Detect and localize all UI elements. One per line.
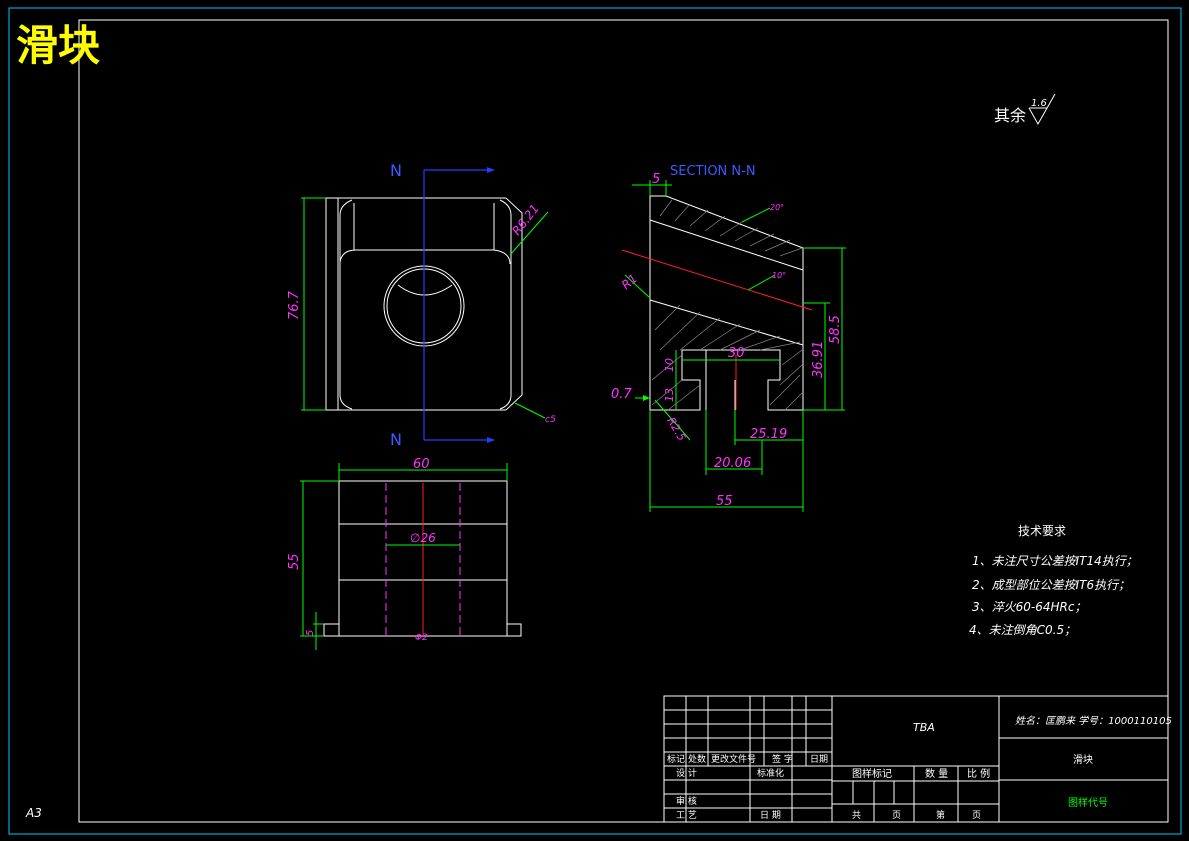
title-block-header: 日期 <box>810 754 828 765</box>
dim-13: 13 <box>663 388 676 402</box>
section-label: SECTION N-N <box>670 164 756 179</box>
top-view: 60 55 ∅26 5 Φ2 <box>287 457 522 650</box>
title-block-header: 签 字 <box>772 753 793 765</box>
stage-label: 图样标记 <box>852 767 892 780</box>
dim-top-offset: 5 <box>652 172 660 187</box>
surface-finish-symbol: 其余 1.6 <box>994 93 1056 126</box>
title-block-role: 标准化 <box>757 767 784 779</box>
title-block-header: 更改文件号 <box>711 753 756 765</box>
dim-10: 10 <box>663 358 676 372</box>
cut-letter-bottom: N <box>390 430 402 449</box>
tech-item: 2、成型部位公差按IT6执行； <box>972 578 1130 592</box>
dim-angle-top: 20° <box>770 203 784 212</box>
front-view: N N 76.7 R6.21 c5 <box>287 161 556 449</box>
sheet-label: 页 <box>892 810 901 821</box>
dim-2006: 20.06 <box>714 456 751 471</box>
dim-height-top: 55 <box>287 553 302 570</box>
drawing-title: 滑块 <box>16 21 100 70</box>
title-block-role: 审 核 <box>676 795 697 807</box>
title-block-header: 标记 <box>667 753 685 765</box>
dim-chamfer-front: R6.21 <box>509 202 542 238</box>
tech-item: 4、未注倒角C0.5； <box>969 623 1076 637</box>
stage-label: 比 例 <box>967 767 990 780</box>
sheet-label: 页 <box>972 810 981 821</box>
outer-frame <box>8 7 1182 835</box>
surface-finish-label: 其余 <box>994 106 1026 125</box>
title-block-role: 设 计 <box>676 767 697 779</box>
dim-radius-1: R1 <box>619 271 640 292</box>
sheet-size-label: A3 <box>25 806 42 820</box>
section-view: SECTION N-N 5 20° 10° R1 30 10 13 0.7 R2… <box>611 164 846 512</box>
stage-label: 数 量 <box>925 767 948 780</box>
title-block: 标记 处数 更改文件号 签 字 日期 设 计 标准化 审 核 工 艺 日 期 T… <box>663 695 1172 823</box>
dim-3691: 36.91 <box>811 341 826 378</box>
title-block-role: 工 艺 <box>676 810 697 821</box>
dim-angle-mid: 10° <box>772 271 786 280</box>
dim-width-top: 60 <box>413 457 430 472</box>
tech-item: 1、未注尺寸公差按IT14执行； <box>972 554 1138 568</box>
dim-radius-25: R2.5 <box>664 415 688 443</box>
student-info: 姓名：匡鹏来 学号：1000110105 <box>1015 715 1172 727</box>
tech-heading: 技术要求 <box>1018 524 1066 538</box>
tba-label: TBA <box>913 721 935 734</box>
part-name: 滑块 <box>1073 754 1093 766</box>
tech-item: 3、淬火60-64HRc； <box>972 600 1086 614</box>
dim-width-30: 30 <box>728 346 745 361</box>
surface-finish-value: 1.6 <box>1031 98 1047 109</box>
dim-585: 58.5 <box>828 315 843 344</box>
dim-height-front: 76.7 <box>287 290 302 320</box>
cut-letter-top: N <box>390 161 402 180</box>
dim-07: 0.7 <box>611 387 632 402</box>
drawing-code: 图样代号 <box>1068 796 1108 809</box>
dim-step-top: 5 <box>305 630 316 636</box>
top-bottom-label: Φ2 <box>415 633 428 643</box>
sheet-label: 共 <box>852 810 861 821</box>
tech-requirements: 技术要求 1、未注尺寸公差按IT14执行； 2、成型部位公差按IT6执行； 3、… <box>969 524 1138 637</box>
dim-edge-front: c5 <box>545 415 556 425</box>
dim-2519: 25.19 <box>750 427 787 442</box>
dim-55: 55 <box>716 494 733 509</box>
title-block-role: 日 期 <box>760 810 781 821</box>
sheet-label: 第 <box>936 809 945 821</box>
drawing-sheet: 滑块 A3 其余 1.6 N N 76.7 R6.21 c5 60 55 ∅26… <box>8 7 1182 835</box>
dim-bore: ∅26 <box>410 531 436 545</box>
inner-frame <box>78 19 1169 823</box>
title-block-header: 处数 <box>688 753 706 765</box>
